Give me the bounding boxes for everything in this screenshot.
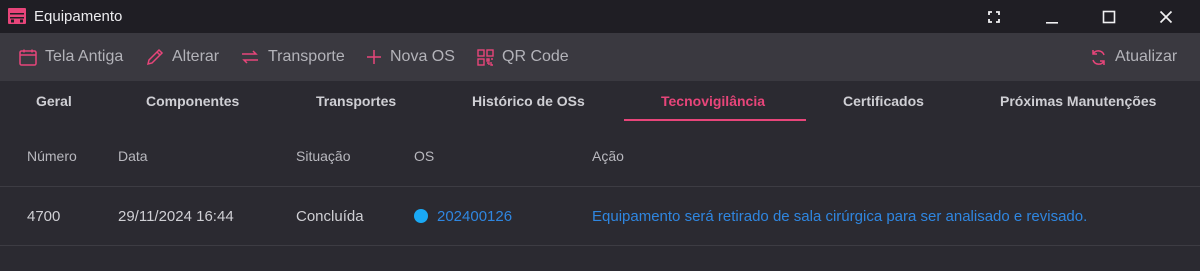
old-screen-button[interactable]: Tela Antiga [19, 47, 123, 67]
window-title: Equipamento [34, 8, 123, 25]
qr-code-label: QR Code [502, 48, 569, 65]
tab-historico-oss[interactable]: Histórico de OSs [472, 93, 585, 109]
qr-code-icon [477, 48, 494, 66]
tab-tecnovigilancia[interactable]: Tecnovigilância [661, 93, 765, 109]
pencil-icon [146, 48, 164, 66]
close-icon [1159, 10, 1173, 23]
toolbar: Tela Antiga Alterar Transporte Nova OS Q… [0, 33, 1200, 81]
new-os-label: Nova OS [390, 48, 455, 65]
qr-code-button[interactable]: QR Code [477, 47, 569, 67]
tab-transportes[interactable]: Transportes [316, 93, 396, 109]
header-divider [0, 186, 1200, 187]
column-header-data[interactable]: Data [118, 148, 148, 164]
minimize-icon [1046, 21, 1058, 24]
tab-proximas-manutencoes[interactable]: Próximas Manutenções [1000, 93, 1156, 109]
new-os-button[interactable]: Nova OS [366, 47, 455, 67]
row-divider [0, 245, 1200, 246]
column-header-situacao[interactable]: Situação [296, 148, 350, 164]
swap-arrows-icon [242, 50, 258, 64]
tab-certificados[interactable]: Certificados [843, 93, 924, 109]
tab-componentes[interactable]: Componentes [146, 93, 239, 109]
os-link[interactable]: 202400126 [437, 208, 512, 225]
tab-geral[interactable]: Geral [36, 93, 72, 109]
column-header-os[interactable]: OS [414, 148, 434, 164]
column-header-acao[interactable]: Ação [592, 148, 624, 164]
minimize-button[interactable] [1024, 0, 1080, 33]
title-bar: Equipamento [0, 0, 1200, 33]
transport-button[interactable]: Transporte [240, 47, 345, 67]
maximize-button[interactable] [1081, 0, 1137, 33]
active-tab-indicator [624, 119, 806, 121]
old-screen-label: Tela Antiga [45, 48, 124, 65]
app-logo-icon [8, 8, 26, 24]
cell-os: 202400126 [414, 208, 512, 225]
edit-button[interactable]: Alterar [146, 47, 219, 67]
column-header-numero[interactable]: Número [27, 148, 77, 164]
status-dot-icon [414, 209, 428, 223]
close-button[interactable] [1138, 0, 1194, 33]
refresh-button[interactable]: Atualizar [1090, 47, 1177, 67]
cell-data: 29/11/2024 16:44 [118, 208, 234, 225]
cell-numero: 4700 [27, 208, 61, 225]
maximize-icon [1102, 10, 1116, 23]
fullscreen-button[interactable] [966, 0, 1022, 33]
calendar-icon [19, 49, 37, 66]
plus-icon [367, 50, 381, 64]
tab-bar: Geral Componentes Transportes Histórico … [0, 81, 1200, 125]
fullscreen-icon [988, 10, 1000, 23]
cell-acao-link[interactable]: Equipamento será retirado de sala cirúrg… [592, 208, 1087, 225]
edit-label: Alterar [172, 48, 220, 65]
transport-label: Transporte [268, 48, 345, 65]
refresh-label: Atualizar [1115, 48, 1178, 65]
refresh-icon [1092, 49, 1105, 65]
cell-situacao: Concluída [296, 208, 364, 225]
